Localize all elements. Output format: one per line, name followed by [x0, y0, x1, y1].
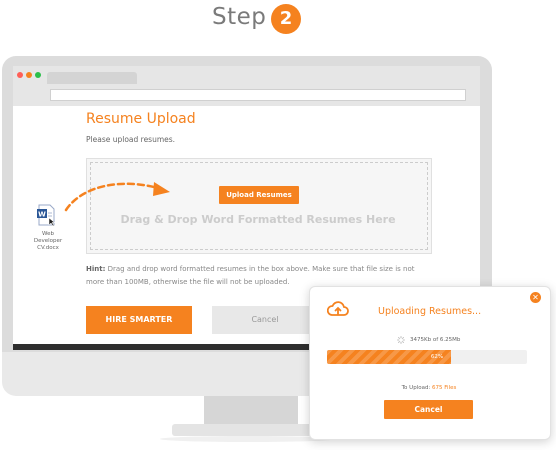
page-title: Resume Upload: [86, 111, 196, 127]
dialog-cancel-button[interactable]: Cancel: [384, 400, 473, 419]
word-file-label-line1: Web: [42, 231, 54, 237]
monitor-stand-neck: [204, 396, 298, 426]
word-file-label-line3: CV.docx: [37, 245, 59, 251]
cloud-upload-icon: [327, 301, 349, 316]
step-number-badge: 2: [271, 4, 301, 34]
word-document-icon[interactable]: W: [36, 204, 56, 226]
monitor-stand-base: [172, 424, 322, 436]
hint-text-line1: Drag and drop word formatted resumes in …: [105, 265, 415, 273]
upload-resumes-button[interactable]: Upload Resumes: [219, 186, 299, 204]
svg-text:W: W: [38, 211, 46, 219]
window-maximize-dot[interactable]: [35, 72, 41, 78]
spinner-icon: [397, 336, 405, 344]
hint-label: Hint:: [86, 265, 106, 273]
progress-percent-label: 62%: [430, 354, 444, 360]
dialog-title: Uploading Resumes...: [378, 306, 482, 317]
address-bar[interactable]: [50, 89, 466, 101]
hire-smarter-button[interactable]: HIRE SMARTER: [86, 306, 192, 334]
drag-arrow-icon: [64, 182, 170, 212]
cancel-button[interactable]: Cancel: [212, 306, 318, 334]
upload-size-text: 3475Kb of 6.25Mb: [410, 337, 461, 343]
close-icon[interactable]: ✕: [530, 292, 541, 303]
word-file-label-line2: Developer: [33, 238, 63, 244]
to-upload-text: To Upload: 675 Files: [309, 385, 549, 391]
window-close-dot[interactable]: [17, 72, 23, 78]
window-minimize-dot[interactable]: [26, 72, 32, 78]
to-upload-prefix: To Upload:: [401, 385, 433, 391]
hint-text-line2: more than 100MB, otherwise the file will…: [86, 278, 290, 286]
browser-tab[interactable]: [47, 72, 137, 84]
hint-text: Hint: Drag and drop word formatted resum…: [86, 265, 415, 273]
step-title: Step: [212, 4, 267, 30]
word-file-label: Web Developer CV.docx: [28, 231, 68, 252]
page-subtitle: Please upload resumes.: [86, 135, 176, 144]
to-upload-count: 675 Files: [432, 385, 457, 391]
